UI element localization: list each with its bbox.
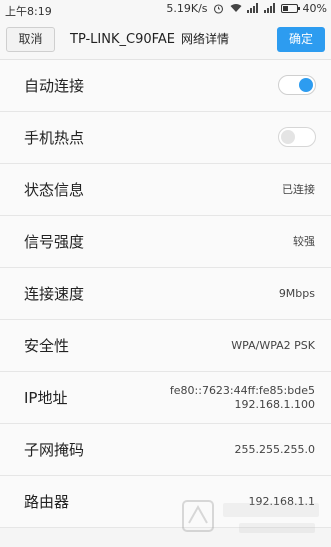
setting-label: 手机热点	[24, 112, 84, 164]
signal-icon	[264, 3, 276, 15]
setting-row-signal: 信号强度 较强	[0, 216, 331, 268]
header-bar: 取消 TP-LINK_C90FAE 网络详情 确定	[0, 20, 331, 60]
setting-label: 路由器	[24, 476, 69, 528]
setting-label: 安全性	[24, 320, 69, 372]
page-title: TP-LINK_C90FAE 网络详情	[70, 30, 266, 47]
setting-row-auto-connect[interactable]: 自动连接	[0, 60, 331, 112]
settings-list: 自动连接 手机热点 状态信息 已连接 信号强度 较强 连接速度 9Mbps 安全…	[0, 60, 331, 528]
status-bar: 上午8:19 5.19K/s 40%	[0, 0, 331, 20]
alarm-icon	[213, 3, 225, 15]
battery-percent: 40%	[303, 2, 327, 15]
site-watermark-logo	[179, 493, 329, 543]
cancel-button[interactable]: 取消	[6, 27, 55, 52]
wifi-icon	[230, 3, 242, 15]
battery-icon	[281, 4, 298, 13]
setting-value: 已连接	[282, 164, 315, 216]
setting-value: 较强	[293, 216, 315, 268]
ip-value: fe80::7623:44ff:fe85:bde5 192.168.1.100	[170, 384, 315, 412]
setting-value: 255.255.255.0	[235, 424, 315, 476]
setting-value: 9Mbps	[279, 268, 315, 320]
setting-row-ip: IP地址 fe80::7623:44ff:fe85:bde5 192.168.1…	[0, 372, 331, 424]
setting-label: 状态信息	[24, 164, 84, 216]
signal-icon	[247, 3, 259, 15]
toggle-knob	[299, 78, 313, 92]
setting-row-subnet: 子网掩码 255.255.255.0	[0, 424, 331, 476]
setting-label: 自动连接	[24, 60, 84, 112]
setting-row-status: 状态信息 已连接	[0, 164, 331, 216]
setting-value: WPA/WPA2 PSK	[231, 320, 315, 372]
ipv6-address: fe80::7623:44ff:fe85:bde5	[170, 384, 315, 398]
setting-label: 连接速度	[24, 268, 84, 320]
battery-level-fill	[283, 6, 288, 11]
setting-row-speed: 连接速度 9Mbps	[0, 268, 331, 320]
setting-row-hotspot[interactable]: 手机热点	[0, 112, 331, 164]
auto-connect-toggle[interactable]	[278, 75, 316, 95]
page-subtitle: 网络详情	[181, 32, 229, 46]
setting-label: IP地址	[24, 372, 67, 424]
ipv4-address: 192.168.1.100	[170, 398, 315, 412]
hotspot-toggle[interactable]	[278, 127, 316, 147]
setting-row-security: 安全性 WPA/WPA2 PSK	[0, 320, 331, 372]
network-ssid: TP-LINK_C90FAE	[70, 32, 175, 47]
toggle-knob	[281, 130, 295, 144]
confirm-button[interactable]: 确定	[277, 27, 325, 52]
network-speed: 5.19K/s	[166, 2, 207, 15]
setting-label: 信号强度	[24, 216, 84, 268]
status-right-group: 5.19K/s 40%	[166, 2, 327, 15]
status-time: 上午8:19	[5, 3, 52, 19]
setting-label: 子网掩码	[24, 424, 84, 476]
